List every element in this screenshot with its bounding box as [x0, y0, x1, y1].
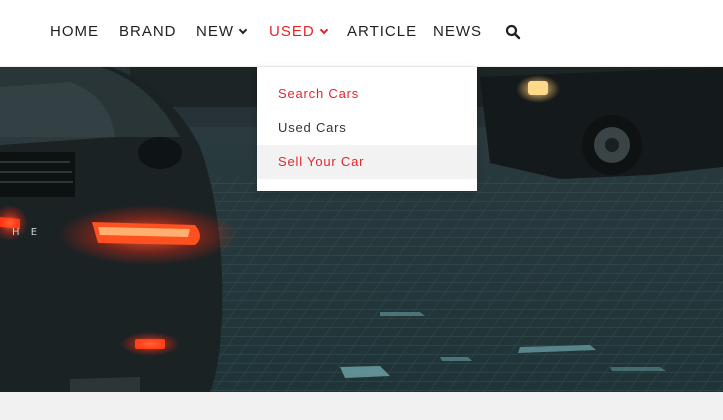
page-background-strip: [0, 392, 723, 420]
dropdown-item-label: Used Cars: [278, 120, 347, 135]
nav-item-label: USED: [269, 23, 315, 40]
car-badge-lettering: H E: [12, 227, 41, 238]
nav-item-home[interactable]: HOME: [50, 22, 99, 42]
nav-item-label: HOME: [50, 23, 99, 40]
dropdown-item-label: Sell Your Car: [278, 154, 365, 169]
dropdown-item-sell-your-car[interactable]: Sell Your Car: [257, 145, 477, 179]
nav-item-label: ARTICLE: [347, 23, 418, 40]
dropdown-item-search-cars[interactable]: Search Cars: [257, 77, 477, 111]
nav-item-new[interactable]: NEW: [196, 22, 248, 42]
chevron-down-icon: [238, 25, 248, 35]
dropdown-item-used-cars[interactable]: Used Cars: [257, 111, 477, 145]
nav-item-label: NEWS: [433, 23, 482, 40]
search-icon: [505, 24, 521, 40]
nav-item-label: BRAND: [119, 23, 177, 40]
nav-item-brand[interactable]: BRAND: [119, 22, 177, 42]
nav-item-article[interactable]: ARTICLE: [347, 22, 417, 42]
nav-item-label: NEW: [196, 23, 234, 40]
chevron-down-icon: [319, 25, 328, 35]
search-button[interactable]: [505, 24, 521, 40]
dropdown-item-label: Search Cars: [278, 86, 360, 101]
main-navigation: HOME BRAND NEW USED ARTICLE NEWS: [0, 0, 723, 67]
nav-item-used[interactable]: USED: [269, 22, 328, 42]
used-dropdown-menu: Search Cars Used Cars Sell Your Car: [257, 67, 477, 191]
nav-item-news[interactable]: NEWS: [433, 22, 482, 42]
